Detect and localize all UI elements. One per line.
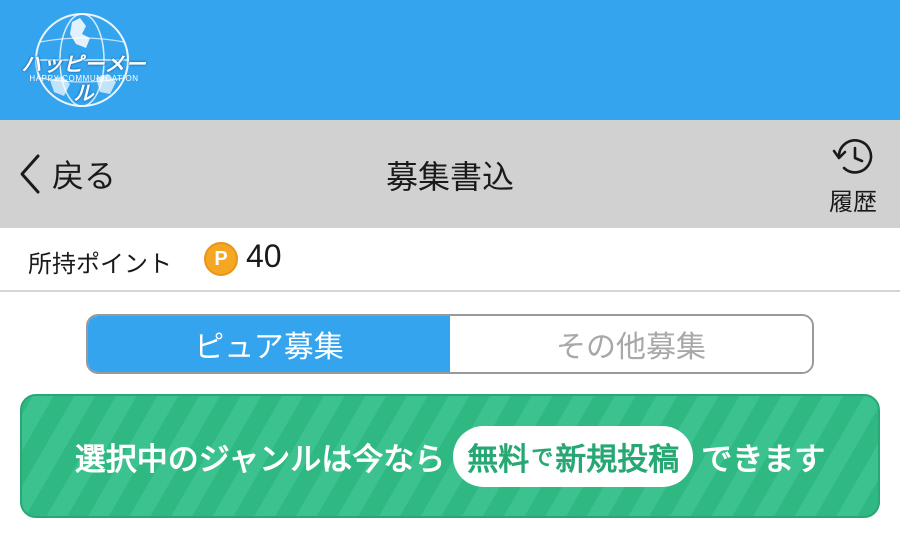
navigation-bar: 戻る 募集書込 履歴 [0,120,900,228]
point-coin-icon: P [204,242,238,276]
recruit-type-tabs: ピュア募集 その他募集 [86,314,814,374]
tab-pure-recruit[interactable]: ピュア募集 [88,316,450,372]
points-bar: 所持ポイント P 40 [0,228,900,292]
app-header: ハッピーメール HAPPY COMMUNICATION [0,0,900,120]
chevron-left-icon [20,154,40,194]
points-value: 40 [246,238,282,274]
history-clock-icon [832,139,873,174]
banner-new-post-word: 新規投稿 [555,441,680,478]
banner-free-word: 無料 [467,441,530,478]
happymail-logo[interactable]: ハッピーメール HAPPY COMMUNICATION [12,8,152,112]
banner-prefix: 選択中のジャンルは今なら [74,441,446,478]
page-title: 募集書込 [385,158,514,196]
points-label: 所持ポイント [28,250,172,278]
tab-other-recruit[interactable]: その他募集 [450,316,812,372]
back-label: 戻る [52,157,117,195]
back-button[interactable]: 戻る [16,150,116,198]
banner-connector: で [531,446,554,471]
banner-message: 選択中のジャンルは今なら 無料 で 新規投稿 できます [22,396,878,516]
banner-suffix: できます [701,441,826,478]
history-button[interactable]: 履歴 [818,134,888,218]
logo-tagline: HAPPY COMMUNICATION [29,74,139,83]
history-label: 履歴 [829,188,877,216]
banner-highlight-pill: 無料 で 新規投稿 [453,425,694,487]
free-post-banner[interactable]: 選択中のジャンルは今なら 無料 で 新規投稿 できます [20,394,880,518]
